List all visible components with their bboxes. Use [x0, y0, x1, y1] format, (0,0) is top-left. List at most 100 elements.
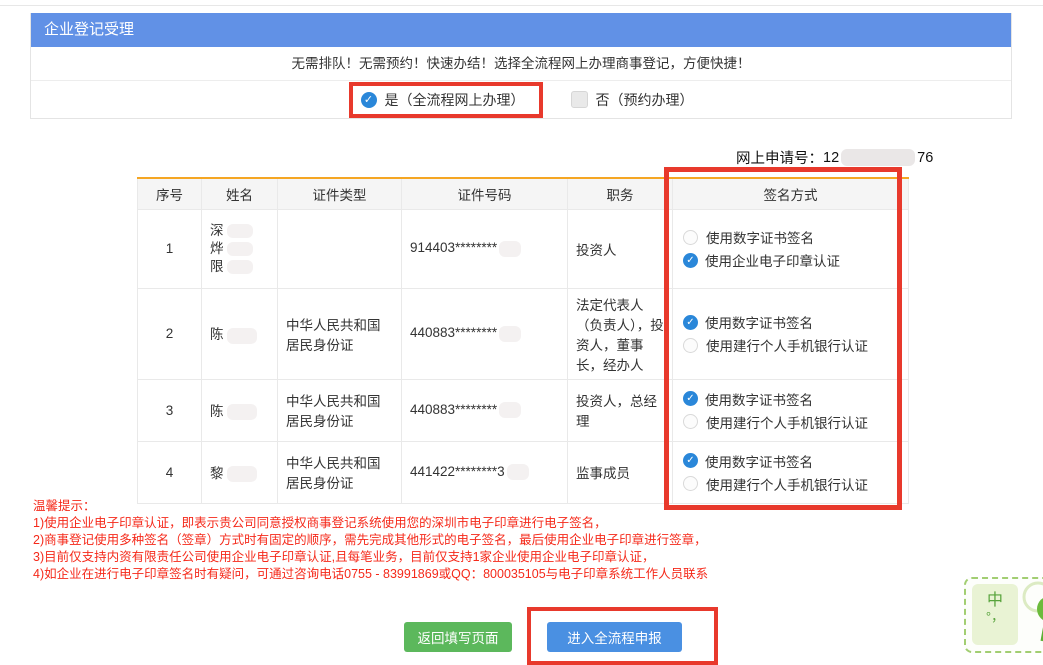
- table-row: 1 深 烨 限 914403******** 投资人 使用数字证书签名 ✓使用企…: [138, 209, 909, 288]
- cell-cert-type: 中华人民共和国居民身份证: [278, 441, 402, 503]
- unchecked-radio-icon: [683, 230, 698, 245]
- checked-radio-icon: ✓: [683, 315, 698, 330]
- submit-button[interactable]: 进入全流程申报: [547, 622, 682, 652]
- redaction-blob: [499, 326, 521, 342]
- name-fragment: 限: [210, 259, 224, 274]
- cell-name: 陈: [202, 288, 278, 379]
- application-number-suffix: 76: [917, 150, 933, 166]
- sign-option-label: 使用数字证书签名: [705, 451, 813, 471]
- cell-name: 陈: [202, 379, 278, 441]
- name-fragment: 陈: [210, 327, 224, 342]
- checked-radio-icon: ✓: [683, 453, 698, 468]
- option-appointment-label: 否（预约办理）: [596, 90, 694, 110]
- cell-sign-method: ✓ 使用数字证书签名 使用建行个人手机银行认证: [673, 288, 909, 379]
- unchecked-radio-icon: [683, 338, 698, 353]
- registration-panel: 企业登记受理 无需排队！无需预约！快速办结！选择全流程网上办理商事登记，方便快捷…: [30, 13, 1012, 119]
- sign-option-radio[interactable]: 使用数字证书签名: [683, 227, 898, 247]
- col-header-index: 序号: [138, 178, 202, 209]
- ime-widget[interactable]: 中 °，: [964, 577, 1043, 653]
- name-fragment: 深: [210, 223, 224, 238]
- table-row: 3 陈 中华人民共和国居民身份证 440883******** 投资人，总经理 …: [138, 379, 909, 441]
- cert-no-text: 440883********: [410, 325, 497, 340]
- ime-punctuation-label: °，: [972, 610, 1018, 624]
- slogan-text: 无需排队！无需预约！快速办结！选择全流程网上办理商事登记，方便快捷！: [31, 47, 1011, 81]
- back-button[interactable]: 返回填写页面: [404, 622, 512, 652]
- col-header-role: 职务: [568, 178, 673, 209]
- redaction-blob: [499, 241, 521, 257]
- unchecked-radio-icon: [683, 476, 698, 491]
- cell-cert-type: 中华人民共和国居民身份证: [278, 288, 402, 379]
- application-number-prefix: 12: [823, 150, 839, 166]
- sign-option-label: 使用建行个人手机银行认证: [706, 335, 868, 355]
- redaction-blob: [227, 404, 257, 420]
- table-row: 2 陈 中华人民共和国居民身份证 440883******** 法定代表人（负责…: [138, 288, 909, 379]
- name-fragment: 烨: [210, 241, 224, 256]
- cell-index: 4: [138, 441, 202, 503]
- redaction-blob: [499, 402, 521, 418]
- col-header-cert-no: 证件号码: [402, 178, 568, 209]
- sign-option-radio[interactable]: ✓ 使用企业电子印章认证: [683, 250, 898, 270]
- sign-option-label: 使用数字证书签名: [706, 227, 814, 247]
- signers-table-wrap: 序号 姓名 证件类型 证件号码 职务 签名方式 1 深 烨 限 914403**…: [137, 177, 908, 504]
- tips-line: 4)如企业在进行电子印章签名时有疑问，可通过咨询电话0755 - 8399186…: [33, 566, 708, 583]
- application-number: 网上申请号：12 76: [736, 147, 933, 168]
- ime-mode-box: 中 °，: [972, 584, 1018, 645]
- col-header-sign-method: 签名方式: [673, 178, 909, 209]
- sign-option-label: 使用数字证书签名: [705, 389, 813, 409]
- cell-cert-no: 441422********3: [402, 441, 568, 503]
- clover-icon: [1016, 579, 1043, 649]
- tips-block: 温馨提示： 1)使用企业电子印章认证，即表示贵公司同意授权商事登记系统使用您的深…: [33, 498, 708, 583]
- cert-no-text: 914403********: [410, 240, 497, 255]
- application-number-label: 网上申请号：: [736, 147, 823, 168]
- checked-radio-icon: ✓: [683, 253, 698, 268]
- cell-index: 3: [138, 379, 202, 441]
- cell-role: 监事成员: [568, 441, 673, 503]
- unchecked-checkbox-icon: [571, 91, 588, 108]
- checked-radio-icon: ✓: [361, 92, 377, 108]
- cert-no-text: 441422********3: [410, 464, 505, 479]
- sign-option-radio[interactable]: 使用建行个人手机银行认证: [683, 412, 898, 432]
- sign-option-radio[interactable]: ✓ 使用数字证书签名: [683, 451, 898, 471]
- redaction-blob: [227, 242, 253, 256]
- cell-cert-no: 440883********: [402, 379, 568, 441]
- option-appointment-radio[interactable]: 否（预约办理）: [571, 90, 694, 110]
- sign-option-label: 使用建行个人手机银行认证: [706, 412, 868, 432]
- redaction-blob: [227, 328, 257, 344]
- checked-radio-icon: ✓: [683, 391, 698, 406]
- cell-cert-type: [278, 209, 402, 288]
- option-online-radio[interactable]: ✓ 是（全流程网上办理）: [361, 90, 525, 110]
- cell-role: 投资人，总经理: [568, 379, 673, 441]
- cell-sign-method: ✓ 使用数字证书签名 使用建行个人手机银行认证: [673, 379, 909, 441]
- sign-option-label: 使用建行个人手机银行认证: [706, 474, 868, 494]
- option-online-label: 是（全流程网上办理）: [385, 90, 525, 110]
- redaction-blob: [227, 466, 257, 482]
- process-mode-options: ✓ 是（全流程网上办理） 否（预约办理）: [31, 81, 1011, 118]
- table-row: 4 黎 中华人民共和国居民身份证 441422********3 监事成员 ✓ 使…: [138, 441, 909, 503]
- sign-option-radio[interactable]: ✓ 使用数字证书签名: [683, 389, 898, 409]
- sign-option-label: 使用数字证书签名: [705, 312, 813, 332]
- tips-line: 2)商事登记使用多种签名（签章）方式时有固定的顺序，需先完成其他形式的电子签名，…: [33, 532, 708, 549]
- redaction-blob: [227, 224, 253, 238]
- name-fragment: 黎: [210, 466, 224, 481]
- cell-cert-no: 440883********: [402, 288, 568, 379]
- cell-role: 法定代表人（负责人），投资人，董事长，经办人: [568, 288, 673, 379]
- ime-chinese-mode-label: 中: [972, 592, 1018, 610]
- cell-index: 2: [138, 288, 202, 379]
- col-header-cert-type: 证件类型: [278, 178, 402, 209]
- panel-title: 企业登记受理: [31, 13, 1011, 47]
- signers-table: 序号 姓名 证件类型 证件号码 职务 签名方式 1 深 烨 限 914403**…: [137, 177, 909, 504]
- sign-option-radio[interactable]: 使用建行个人手机银行认证: [683, 335, 898, 355]
- cell-name: 深 烨 限: [202, 209, 278, 288]
- sign-option-radio[interactable]: 使用建行个人手机银行认证: [683, 474, 898, 494]
- sign-option-label: 使用企业电子印章认证: [705, 250, 840, 270]
- tips-title: 温馨提示：: [33, 498, 708, 515]
- col-header-name: 姓名: [202, 178, 278, 209]
- sign-option-radio[interactable]: ✓ 使用数字证书签名: [683, 312, 898, 332]
- redaction-blob: [841, 149, 915, 166]
- name-fragment: 陈: [210, 404, 224, 419]
- cell-role: 投资人: [568, 209, 673, 288]
- highlight-box-online-option: ✓ 是（全流程网上办理）: [349, 82, 543, 118]
- redaction-blob: [507, 464, 529, 480]
- tips-line: 1)使用企业电子印章认证，即表示贵公司同意授权商事登记系统使用您的深圳市电子印章…: [33, 515, 708, 532]
- unchecked-radio-icon: [683, 414, 698, 429]
